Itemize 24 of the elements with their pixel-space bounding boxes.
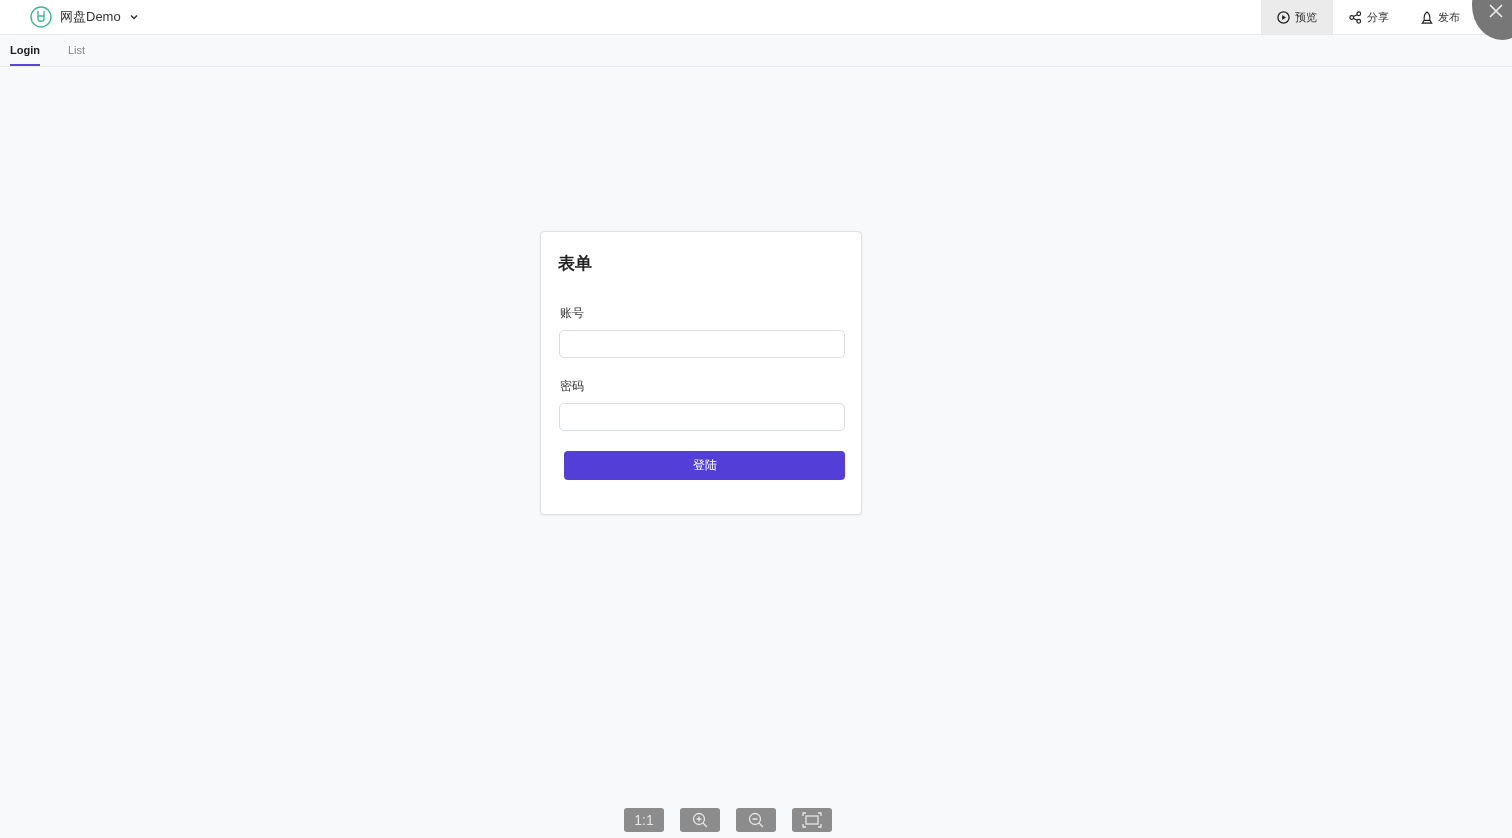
publish-button[interactable]: 发布 <box>1405 0 1476 34</box>
field-label: 账号 <box>560 305 585 322</box>
zoom-out-icon <box>748 812 764 828</box>
play-icon <box>1277 10 1290 24</box>
rocket-icon <box>1421 10 1433 24</box>
project-name[interactable]: 网盘Demo <box>60 8 121 26</box>
form-title: 表单 <box>558 253 593 275</box>
zoom-out-button[interactable] <box>736 808 776 832</box>
page-tab[interactable]: List <box>67 35 86 66</box>
input-field[interactable] <box>559 403 845 431</box>
field-label: 密码 <box>560 378 585 395</box>
share-icon <box>1349 10 1362 24</box>
zoom-in-button[interactable] <box>680 808 720 832</box>
fit-screen-icon <box>802 812 822 828</box>
preview-button[interactable]: 预览 <box>1261 0 1333 34</box>
caret-icon[interactable] <box>128 12 139 22</box>
logo-icon <box>30 6 52 28</box>
fit-screen-button[interactable] <box>792 808 832 832</box>
share-button[interactable]: 分享 <box>1333 0 1405 34</box>
input-field[interactable] <box>559 330 845 358</box>
login-button[interactable]: 登陆 <box>564 451 845 480</box>
close-icon <box>1489 4 1503 18</box>
page-tab[interactable]: Login <box>10 35 40 66</box>
zoom-in-icon <box>692 812 708 828</box>
